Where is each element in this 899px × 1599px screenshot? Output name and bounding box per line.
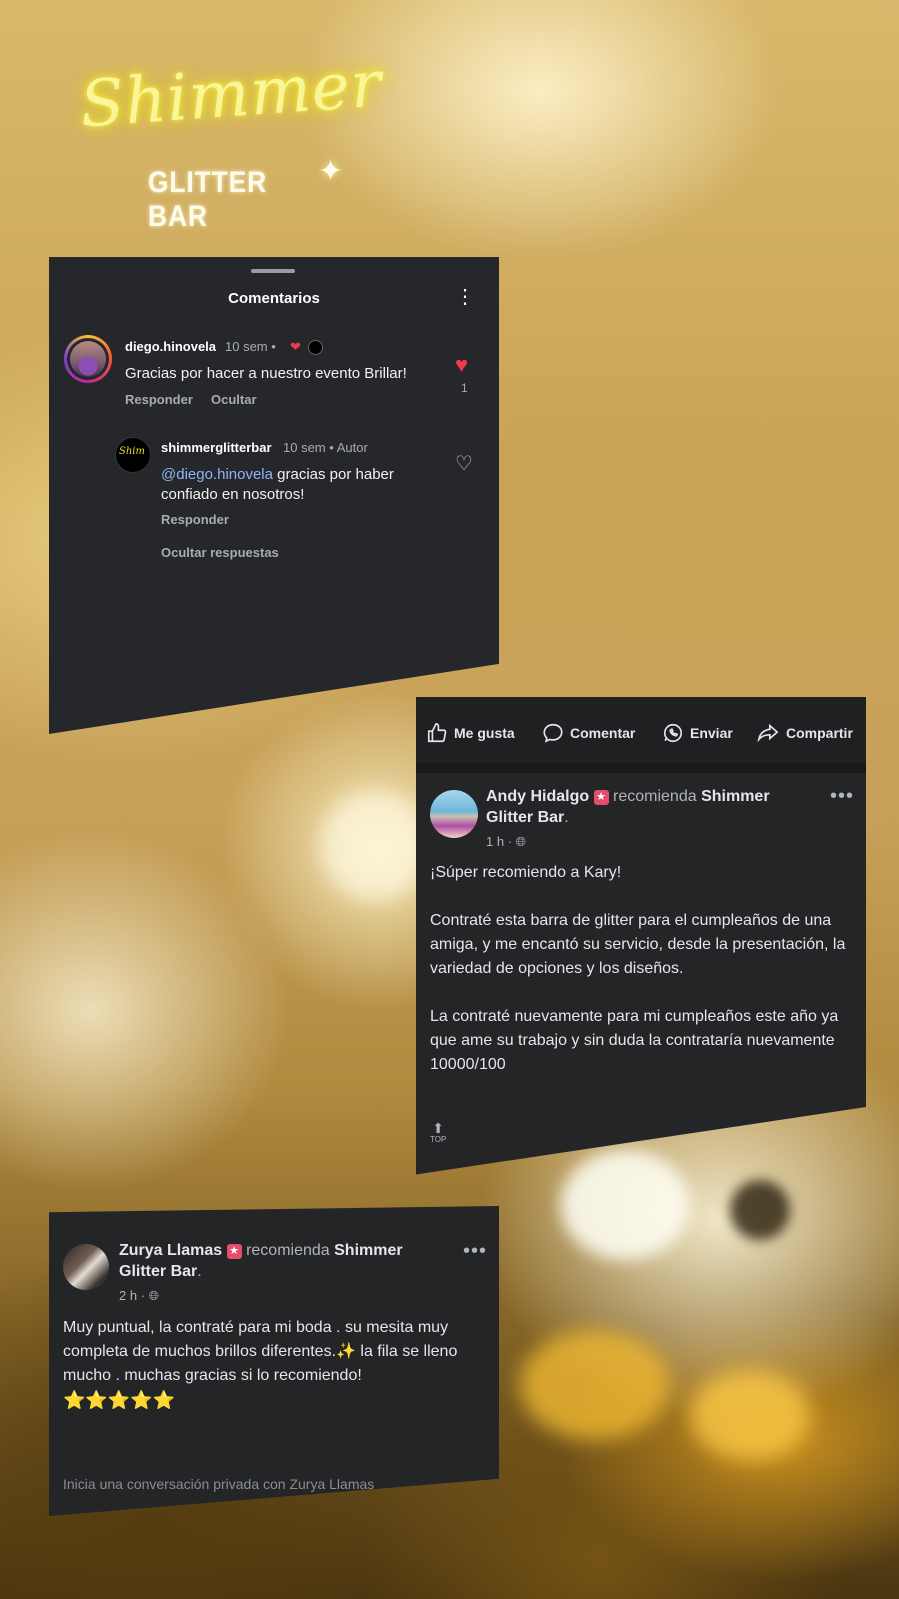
facebook-review-zurya: Zurya Llamas ★ recomienda Shimmer Glitte…: [49, 1206, 499, 1516]
comment-username[interactable]: diego.hinovela: [125, 339, 216, 354]
sparkle-icon: ✦: [318, 155, 344, 188]
post-body: ¡Súper recomiendo a Kary! Contraté esta …: [430, 861, 860, 1101]
comment-button[interactable]: Comentar: [542, 722, 635, 744]
whatsapp-icon: [663, 723, 683, 743]
post-action-bar: Me gusta Comentar Enviar Compartir: [416, 697, 866, 763]
post-paragraph: Contraté esta barra de glitter para el c…: [430, 912, 846, 977]
arrow-up-icon: ⬆: [432, 1120, 445, 1136]
more-options-icon[interactable]: •••: [830, 785, 854, 808]
post-time: 1 h · 🌐︎: [486, 834, 527, 849]
post-time: 2 h · 🌐︎: [119, 1288, 160, 1303]
reply-button[interactable]: Responder: [125, 392, 193, 407]
scroll-top-button[interactable]: ⬆ TOP: [430, 1121, 446, 1144]
post-paragraph: ¡Súper recomiendo a Kary!: [430, 864, 622, 881]
drag-handle[interactable]: [251, 269, 295, 273]
page-name-link[interactable]: Glitter Bar: [119, 1263, 197, 1280]
comments-title: Comentarios: [228, 290, 320, 307]
recommendation-badge-icon: ★: [593, 790, 609, 805]
like-heart-icon[interactable]: ♥: [455, 354, 468, 376]
recommendation-badge-icon: ★: [226, 1244, 242, 1259]
post-body: Muy puntual, la contraté para mi boda . …: [63, 1316, 488, 1412]
thumbs-up-icon: [427, 723, 447, 743]
logo-subtitle: GLITTER BAR: [148, 166, 268, 233]
comment-text: Gracias por hacer a nuestro evento Brill…: [125, 365, 407, 382]
hide-replies-button[interactable]: Ocultar respuestas: [161, 545, 279, 560]
globe-icon: 🌐︎: [515, 834, 527, 849]
post-author-line: Andy Hidalgo ★ recomienda Shimmer Glitte…: [486, 788, 770, 826]
more-options-icon[interactable]: •••: [463, 1240, 487, 1263]
share-button[interactable]: Compartir: [756, 722, 853, 744]
like-button[interactable]: Me gusta: [426, 722, 515, 744]
comment-bubble-icon: [543, 723, 563, 743]
reply-meta: 10 sem • Autor: [283, 440, 368, 455]
author-name[interactable]: Zurya Llamas: [119, 1242, 222, 1259]
post-paragraph: La contraté nuevamente para mi cumpleaño…: [430, 1008, 839, 1073]
facebook-review-andy: Me gusta Comentar Enviar Compartir Andy …: [416, 697, 866, 1175]
like-heart-outline-icon[interactable]: ♡: [455, 454, 473, 474]
avatar[interactable]: [64, 335, 112, 383]
comment-time: 10 sem •: [225, 339, 276, 354]
instagram-comments-panel: Comentarios ⋮ diego.hinovela 10 sem • ❤ …: [49, 257, 499, 734]
avatar[interactable]: Shim: [115, 437, 151, 473]
five-star-rating: ⭐⭐⭐⭐⭐: [63, 1390, 176, 1410]
hide-button[interactable]: Ocultar: [211, 392, 257, 407]
logo-script-text: Shimmer: [77, 47, 385, 143]
bokeh-light: [690, 1370, 810, 1460]
bokeh-light: [320, 790, 430, 900]
reply-username[interactable]: shimmerglitterbar: [161, 440, 272, 455]
post-author-line: Zurya Llamas ★ recomienda Shimmer Glitte…: [119, 1242, 403, 1280]
creator-avatar-icon: [308, 340, 323, 355]
avatar[interactable]: [63, 1244, 109, 1290]
section-divider: [416, 763, 866, 773]
post-paragraph: Muy puntual, la contraté para mi boda . …: [63, 1319, 458, 1384]
private-conversation-link[interactable]: Inicia una conversación privada con Zury…: [63, 1476, 493, 1492]
page-name-link[interactable]: Shimmer: [701, 788, 769, 805]
page-name-link[interactable]: Glitter Bar: [486, 809, 564, 826]
send-button[interactable]: Enviar: [662, 722, 733, 744]
reply-button[interactable]: Responder: [161, 512, 229, 527]
creator-liked-heart-icon: ❤: [290, 339, 301, 354]
share-arrow-icon: [757, 723, 779, 743]
mention-link[interactable]: @diego.hinovela: [161, 466, 273, 483]
bokeh-light: [520, 1330, 670, 1440]
like-count: 1: [461, 381, 468, 395]
avatar[interactable]: [430, 790, 478, 838]
author-name[interactable]: Andy Hidalgo: [486, 788, 589, 805]
page-name-link[interactable]: Shimmer: [334, 1242, 402, 1259]
brand-logo: Shimmer GLITTER BAR ✦: [60, 40, 385, 233]
more-options-icon[interactable]: ⋮: [455, 287, 475, 307]
reply-text: @diego.hinovela gracias por haber confia…: [161, 466, 394, 503]
bokeh-light: [730, 1180, 790, 1240]
globe-icon: 🌐︎: [148, 1288, 160, 1303]
bokeh-light: [560, 1150, 690, 1260]
